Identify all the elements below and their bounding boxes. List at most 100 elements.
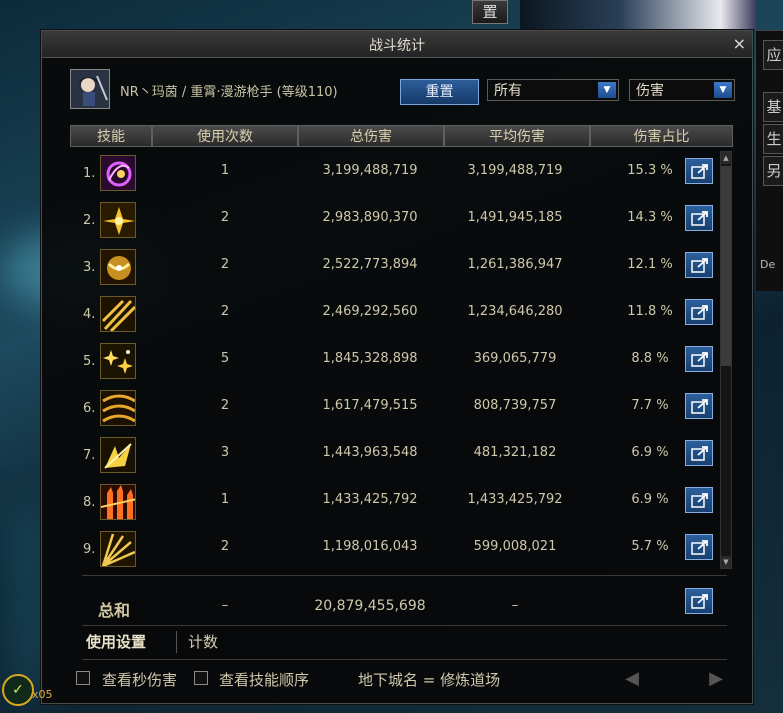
- chevron-down-icon[interactable]: ▼: [714, 82, 732, 98]
- reset-button[interactable]: 重置: [400, 79, 479, 105]
- share-button[interactable]: [685, 534, 713, 560]
- total-row: 总和 – 20,879,455,698 –: [70, 584, 730, 624]
- divider: [82, 625, 727, 626]
- row-uses: 5: [220, 351, 230, 366]
- window-title: 战斗统计: [369, 38, 425, 54]
- row-avg-damage: 1,491,945,185: [467, 210, 563, 225]
- side-button[interactable]: 生: [763, 124, 783, 154]
- scroll-thumb[interactable]: [721, 166, 731, 366]
- table-row[interactable]: 5. 5 1,845,328,898 369,065,779 8.8 %: [70, 337, 730, 384]
- dps-label: 查看秒伤害: [102, 671, 178, 689]
- share-icon: [691, 305, 708, 320]
- skill-order-label: 查看技能顺序: [219, 671, 310, 689]
- share-button[interactable]: [685, 252, 713, 278]
- row-total-damage: 1,433,425,792: [322, 492, 418, 507]
- side-label: De: [760, 258, 776, 271]
- battle-stats-window: 战斗统计 × NR丶玛茵 / 重霄·漫游枪手 (等级110) 重置 所有 ▼ 伤…: [41, 30, 753, 704]
- row-rank: 8.: [83, 495, 96, 510]
- row-avg-damage: 1,234,646,280: [467, 304, 563, 319]
- row-avg-damage: 481,321,182: [473, 445, 557, 460]
- row-total-damage: 1,198,016,043: [322, 539, 418, 554]
- golden-slash-icon: [100, 296, 136, 332]
- table-row[interactable]: 4. 2 2,469,292,560 1,234,646,280 11.8 %: [70, 290, 730, 337]
- column-header-damage-share[interactable]: 伤害占比: [590, 125, 733, 147]
- title-bar[interactable]: 战斗统计 ×: [42, 31, 752, 58]
- row-damage-share: 12.1 %: [627, 257, 673, 272]
- side-button[interactable]: 另: [763, 156, 783, 186]
- table-row[interactable]: 6. 2 1,617,479,515 808,739,757 7.7 %: [70, 384, 730, 431]
- metric-select-value: 伤害: [636, 83, 664, 99]
- metric-select[interactable]: 伤害 ▼: [629, 79, 735, 101]
- arcane-swirl-icon: [100, 155, 136, 191]
- divider: [82, 575, 727, 576]
- share-button[interactable]: [685, 158, 713, 184]
- tab-usage-settings[interactable]: 使用设置: [86, 631, 146, 652]
- share-button[interactable]: [685, 346, 713, 372]
- share-icon: [691, 493, 708, 508]
- row-rank: 1.: [83, 166, 96, 181]
- share-icon: [691, 540, 708, 555]
- row-avg-damage: 3,199,488,719: [467, 163, 563, 178]
- character-portrait-icon: [71, 70, 109, 108]
- row-rank: 5.: [83, 354, 96, 369]
- share-icon: [691, 594, 708, 609]
- row-damage-share: 7.7 %: [631, 398, 669, 413]
- buff-indicator[interactable]: ✓ x05: [2, 672, 70, 710]
- chevron-down-icon[interactable]: ▼: [598, 82, 616, 98]
- share-icon: [691, 352, 708, 367]
- row-uses: 2: [220, 210, 230, 225]
- tab-count[interactable]: 计数: [188, 631, 218, 652]
- column-header-avg-damage[interactable]: 平均伤害: [444, 125, 590, 147]
- row-total-damage: 1,617,479,515: [322, 398, 418, 413]
- table-row[interactable]: 8. 1 1,433,425,792 1,433,425,792 6.9 %: [70, 478, 730, 525]
- table-row[interactable]: 2. 2 2,983,890,370 1,491,945,185 14.3 %: [70, 196, 730, 243]
- table-row[interactable]: 9. 2 1,198,016,043 599,008,021 5.7 %: [70, 525, 730, 572]
- share-button[interactable]: [685, 299, 713, 325]
- column-header-skill[interactable]: 技能: [70, 125, 152, 147]
- share-button[interactable]: [685, 487, 713, 513]
- table-scrollbar[interactable]: ▲ ▼: [720, 151, 732, 569]
- divider: [82, 659, 727, 660]
- row-uses: 3: [220, 445, 230, 460]
- row-rank: 9.: [83, 542, 96, 557]
- golden-orb-icon: [100, 249, 136, 285]
- side-button[interactable]: 基: [763, 92, 783, 122]
- row-damage-share: 6.9 %: [631, 445, 669, 460]
- share-icon: [691, 399, 708, 414]
- skill-order-checkbox[interactable]: [194, 671, 208, 685]
- close-button[interactable]: ×: [733, 34, 746, 53]
- table-row[interactable]: 1. 1 3,199,488,719 3,199,488,719 15.3 %: [70, 149, 730, 196]
- prev-arrow-icon[interactable]: ◀: [612, 668, 652, 690]
- share-button[interactable]: [685, 440, 713, 466]
- column-header-uses[interactable]: 使用次数: [152, 125, 298, 147]
- row-rank: 7.: [83, 448, 96, 463]
- row-rank: 6.: [83, 401, 96, 416]
- dps-checkbox[interactable]: [76, 671, 90, 685]
- share-button[interactable]: [685, 588, 713, 614]
- next-arrow-icon[interactable]: ▶: [696, 668, 736, 690]
- share-button[interactable]: [685, 393, 713, 419]
- scroll-up-icon[interactable]: ▲: [721, 152, 731, 164]
- side-button[interactable]: 应: [763, 40, 783, 70]
- column-header-total-damage[interactable]: 总伤害: [298, 125, 444, 147]
- row-rank: 4.: [83, 307, 96, 322]
- row-total-damage: 2,522,773,894: [322, 257, 418, 272]
- share-button[interactable]: [685, 205, 713, 231]
- character-name: NR丶玛茵 / 重霄·漫游枪手 (等级110): [120, 85, 338, 100]
- row-uses: 2: [220, 398, 230, 413]
- total-label: 总和: [98, 601, 131, 620]
- row-total-damage: 3,199,488,719: [322, 163, 418, 178]
- share-icon: [691, 258, 708, 273]
- table-row[interactable]: 7. 3 1,443,963,548 481,321,182 6.9 %: [70, 431, 730, 478]
- filter-select[interactable]: 所有 ▼: [487, 79, 619, 101]
- row-avg-damage: 599,008,021: [473, 539, 557, 554]
- background-top-button[interactable]: 置: [472, 0, 508, 24]
- golden-chain-icon: [100, 390, 136, 426]
- row-uses: 1: [220, 163, 230, 178]
- table-header: 技能 使用次数 总伤害 平均伤害 伤害占比: [70, 125, 733, 147]
- table-row[interactable]: 3. 2 2,522,773,894 1,261,386,947 12.1 %: [70, 243, 730, 290]
- row-uses: 2: [220, 304, 230, 319]
- scroll-down-icon[interactable]: ▼: [721, 556, 731, 568]
- dungeon-name: 地下城名 = 修炼道场: [358, 671, 501, 689]
- buff-icon: ✓: [2, 674, 34, 706]
